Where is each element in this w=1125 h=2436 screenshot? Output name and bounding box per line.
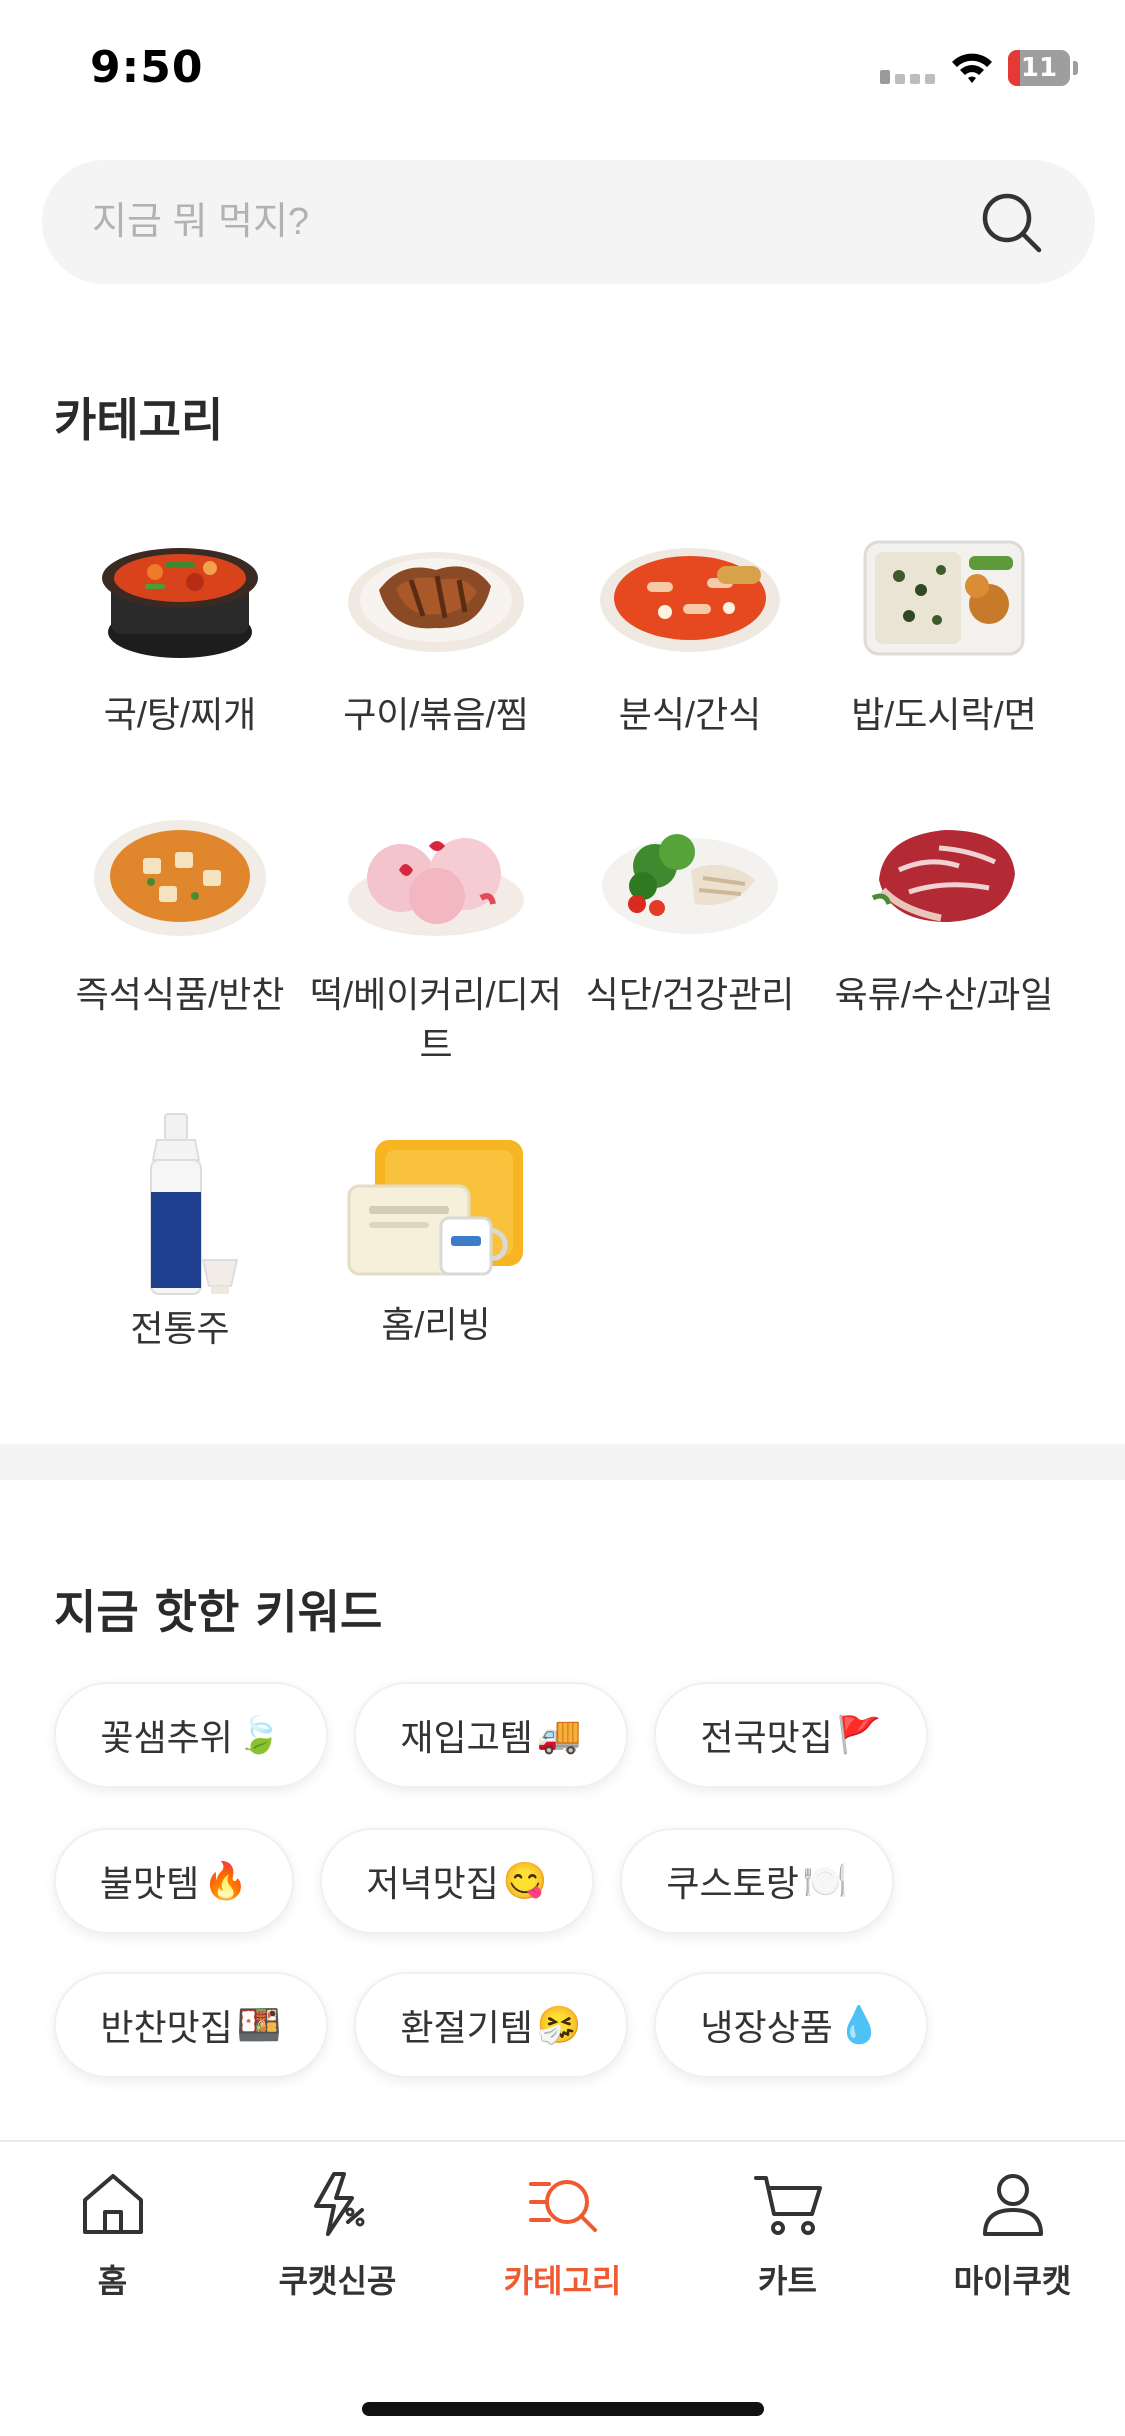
keyword-chip[interactable]: 저녁맛집 😋: [320, 1828, 594, 1934]
category-item-meal[interactable]: 밥/도시락/면: [816, 520, 1072, 740]
raw-beef-image: [849, 800, 1039, 950]
search-bar[interactable]: [42, 160, 1095, 284]
keyword-label: 반찬맛집: [100, 2007, 233, 2048]
keywords-section-title: 지금 핫한 키워드: [54, 1585, 383, 1639]
battery-icon: 11: [1008, 50, 1070, 86]
nav-label: 카트: [758, 2262, 817, 2300]
category-item-grill[interactable]: 구이/볶음/찜: [308, 520, 564, 740]
rice-cake-image: [341, 800, 531, 950]
home-indicator: [362, 2402, 764, 2416]
category-item-instant[interactable]: 즉석식품/반찬: [52, 800, 308, 1020]
nav-label: 홈: [97, 2262, 128, 2300]
plate-cutlery-icon: 🍽️: [802, 1860, 848, 1901]
keyword-label: 재입고템: [400, 1717, 533, 1758]
category-label: 식단/건강관리: [585, 974, 795, 1015]
flag-icon: 🚩: [836, 1714, 882, 1755]
category-item-meat[interactable]: 육류/수산/과일: [816, 800, 1072, 1020]
nav-item-cart[interactable]: 카트: [675, 2166, 900, 2302]
category-item-bakery[interactable]: 떡/베이커리/디저트: [308, 800, 564, 1070]
category-item-stew[interactable]: 국/탕/찌개: [52, 520, 308, 740]
keyword-chip[interactable]: 쿠스토랑 🍽️: [620, 1828, 894, 1934]
cart-icon: [753, 2176, 822, 2235]
salad-image: [595, 800, 785, 950]
liquor-bottle-image: [85, 1110, 275, 1300]
category-label: 분식/간식: [618, 694, 762, 735]
home-icon: [82, 2174, 143, 2234]
keyword-chip[interactable]: 전국맛집 🚩: [654, 1682, 928, 1788]
category-label: 홈/리빙: [381, 1304, 491, 1345]
nav-item-cookat-singong[interactable]: 쿠캣신공: [225, 2166, 450, 2302]
lunchbox-image: [849, 520, 1039, 670]
category-item-living[interactable]: 홈/리빙: [308, 1130, 564, 1350]
category-item-diet[interactable]: 식단/건강관리: [562, 800, 818, 1020]
stew-bowl-image: [85, 520, 275, 670]
status-bar: 9:50 11: [0, 0, 1125, 140]
keyword-chip[interactable]: 반찬맛집 🍱: [54, 1972, 328, 2078]
lightning-icon: [313, 2172, 364, 2236]
keyword-chip[interactable]: 냉장상품 💧: [654, 1972, 928, 2078]
category-label: 떡/베이커리/디저트: [310, 974, 562, 1065]
category-label: 전통주: [130, 1308, 230, 1349]
category-section-title: 카테고리: [54, 393, 224, 447]
category-item-snack[interactable]: 분식/간식: [562, 520, 818, 740]
user-icon: [982, 2174, 1043, 2236]
keyword-label: 전국맛집: [700, 1717, 833, 1758]
battery-level: 11: [1020, 53, 1058, 83]
category-search-icon: [528, 2180, 597, 2232]
wifi-icon: [952, 53, 992, 83]
bottom-nav: 홈 쿠캣신공 카테고리 카트 마이쿠캣: [0, 2140, 1125, 2436]
truck-icon: 🚚: [536, 1714, 582, 1755]
tray-image: [341, 1130, 531, 1300]
category-label: 구이/볶음/찜: [343, 694, 529, 735]
nav-label: 마이쿠캣: [953, 2262, 1072, 2300]
keyword-label: 불맛템: [99, 1863, 200, 1904]
nav-item-home[interactable]: 홈: [0, 2166, 225, 2302]
keyword-label: 꽃샘추위: [100, 1717, 233, 1758]
nav-label: 쿠캣신공: [278, 2262, 397, 2300]
search-input[interactable]: [92, 188, 942, 256]
yum-face-icon: 😋: [502, 1860, 548, 1901]
grilled-meat-image: [341, 520, 531, 670]
keyword-chip[interactable]: 불맛템 🔥: [54, 1828, 294, 1934]
keyword-chip[interactable]: 재입고템 🚚: [354, 1682, 628, 1788]
fire-icon: 🔥: [203, 1860, 249, 1901]
search-icon[interactable]: [977, 188, 1045, 256]
mapo-tofu-image: [85, 800, 275, 950]
category-label: 밥/도시락/면: [851, 694, 1037, 735]
category-label: 육류/수산/과일: [834, 974, 1054, 1015]
category-label: 국/탕/찌개: [103, 694, 257, 735]
keyword-label: 쿠스토랑: [666, 1863, 799, 1904]
nav-label: 카테고리: [503, 2262, 622, 2300]
keyword-label: 냉장상품: [700, 2007, 833, 2048]
category-label: 즉석식품/반찬: [75, 974, 285, 1015]
status-time: 9:50: [90, 42, 204, 93]
nav-item-category[interactable]: 카테고리: [450, 2166, 675, 2302]
cellular-signal-icon: [880, 70, 935, 84]
battery-tip: [1073, 61, 1078, 75]
bento-icon: 🍱: [236, 2004, 282, 2045]
sneeze-face-icon: 🤧: [536, 2004, 582, 2045]
leaf-icon: 🍃: [236, 1714, 282, 1755]
keyword-label: 환절기템: [400, 2007, 533, 2048]
keyword-chip[interactable]: 환절기템 🤧: [354, 1972, 628, 2078]
tteokbokki-image: [595, 520, 785, 670]
keyword-chip[interactable]: 꽃샘추위 🍃: [54, 1682, 328, 1788]
keyword-label: 저녁맛집: [366, 1863, 499, 1904]
droplet-icon: 💧: [836, 2004, 882, 2045]
section-divider: [0, 1444, 1125, 1480]
category-item-liquor[interactable]: 전통주: [52, 1110, 308, 1354]
nav-item-my-cookat[interactable]: 마이쿠캣: [900, 2166, 1125, 2302]
